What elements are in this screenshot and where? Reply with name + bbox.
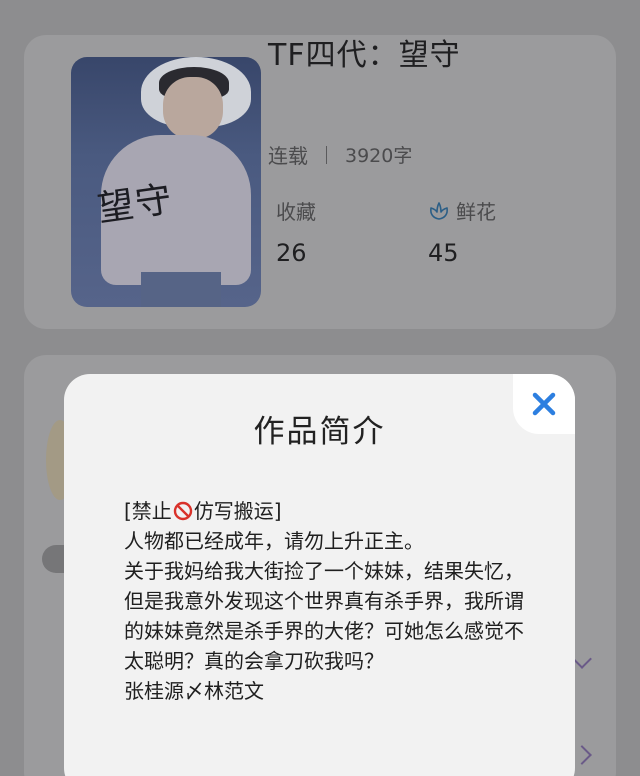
intro-warning-suffix: 仿写搬运] (193, 499, 282, 523)
meta-divider (326, 145, 327, 164)
cover-legs-shape (141, 272, 221, 307)
book-cover[interactable]: 望守 (71, 57, 261, 307)
book-title: TF四代：望守 (268, 38, 461, 73)
favorites-count: 26 (276, 239, 307, 267)
flowers-label: 鲜花 (456, 200, 496, 224)
intro-text: [禁止 仿写搬运] 人物都已经成年，请勿上升正主。 关于我妈给我大街捡了一个妹妹，… (124, 496, 524, 706)
intro-line: 人物都已经成年，请勿上升正主。 (124, 529, 424, 553)
book-meta: 连载 3920字 (268, 140, 412, 169)
word-count: 3920字 (345, 145, 413, 167)
intro-line: 张桂源〆林范文 (124, 679, 264, 703)
flowers-count: 45 (428, 239, 459, 267)
intro-line: 关于我妈给我大街捡了一个妹妹，结果失忆，但是我意外发现这个世界真有杀手界，我所谓… (124, 559, 524, 673)
close-icon (532, 392, 556, 416)
status-label: 连载 (268, 144, 308, 168)
cover-face-shape (163, 77, 223, 139)
intro-modal: 作品简介 [禁止 仿写搬运] 人物都已经成年，请勿上升正主。 关于我妈给我大街捡了… (64, 374, 575, 776)
cover-title-text: 望守 (95, 178, 176, 231)
modal-title: 作品简介 (253, 414, 386, 450)
close-button[interactable] (513, 374, 575, 434)
intro-warning: [禁止 仿写搬运] (124, 496, 524, 526)
favorites-stat[interactable]: 收藏 26 (276, 196, 316, 267)
intro-warning-prefix: [禁止 (124, 499, 172, 523)
flowers-label-row: 鲜花 (428, 196, 496, 225)
favorites-label: 收藏 (276, 200, 316, 224)
book-info-card: 望守 (24, 35, 616, 329)
prohibited-icon (173, 501, 193, 521)
flowers-stat[interactable]: 鲜花 45 (428, 196, 496, 267)
flower-icon (430, 201, 448, 220)
